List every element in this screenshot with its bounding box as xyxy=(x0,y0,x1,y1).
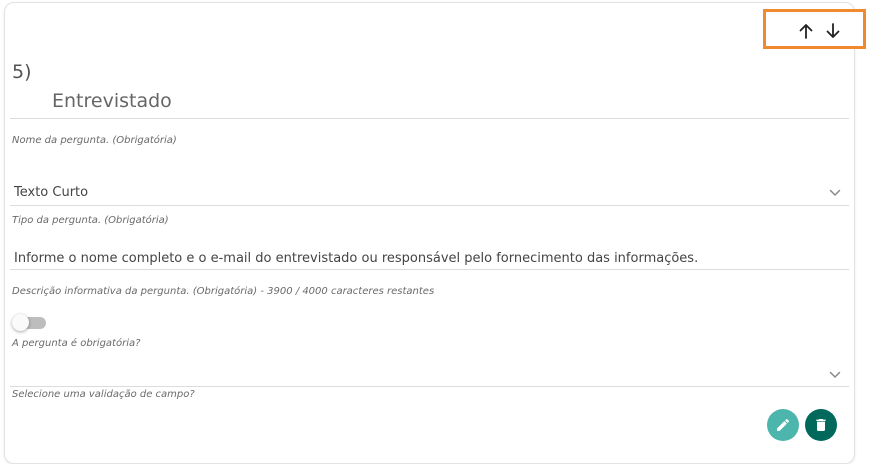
move-down-button[interactable] xyxy=(824,22,842,40)
move-up-button[interactable] xyxy=(797,22,815,40)
question-title-input[interactable]: Entrevistado xyxy=(52,90,172,112)
arrow-down-icon xyxy=(826,23,840,38)
chevron-down-icon[interactable] xyxy=(829,189,841,197)
required-toggle[interactable] xyxy=(12,314,46,331)
type-hint: Tipo da pergunta. (Obrigatória) xyxy=(12,215,169,226)
type-underline xyxy=(10,205,849,206)
chevron-down-icon[interactable] xyxy=(829,371,841,379)
type-select[interactable]: Texto Curto xyxy=(14,185,88,200)
name-hint: Nome da pergunta. (Obrigatória) xyxy=(12,135,177,146)
question-number: 5) xyxy=(12,61,32,83)
toggle-knob xyxy=(12,314,29,331)
pencil-icon xyxy=(777,418,790,431)
validation-hint: Selecione uma validação de campo? xyxy=(12,389,195,400)
trash-icon xyxy=(816,419,826,431)
delete-button[interactable] xyxy=(805,409,837,441)
edit-button[interactable] xyxy=(767,409,799,441)
arrow-up-icon xyxy=(799,24,813,39)
description-hint: Descrição informativa da pergunta. (Obri… xyxy=(12,286,435,297)
description-input[interactable]: Informe o nome completo e o e-mail do en… xyxy=(14,251,698,266)
required-hint: A pergunta é obrigatória? xyxy=(12,338,141,349)
title-underline xyxy=(10,118,849,119)
description-underline xyxy=(10,269,849,270)
reorder-controls xyxy=(763,9,866,49)
validation-underline xyxy=(10,386,849,387)
